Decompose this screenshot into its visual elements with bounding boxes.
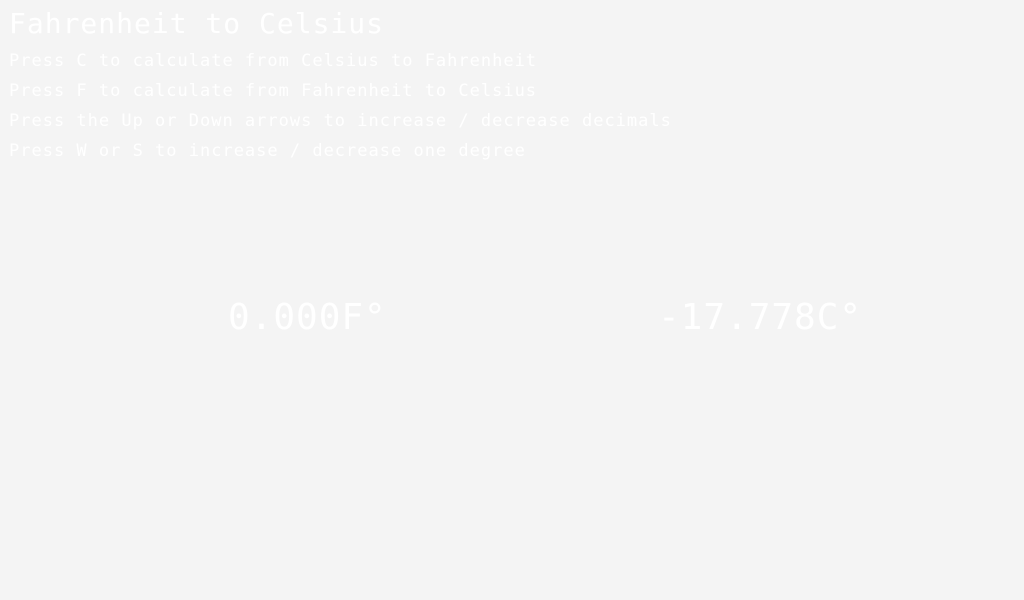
- instruction-degree-step: Press W or S to increase / decrease one …: [9, 141, 526, 161]
- fahrenheit-value: 0.000F°: [228, 297, 387, 338]
- instruction-celsius-to-fahrenheit: Press C to calculate from Celsius to Fah…: [9, 51, 538, 71]
- instruction-fahrenheit-to-celsius: Press F to calculate from Fahrenheit to …: [9, 81, 538, 101]
- instructions-list: Press C to calculate from Celsius to Fah…: [9, 46, 672, 166]
- instruction-decimals: Press the Up or Down arrows to increase …: [9, 111, 672, 131]
- page-title: Fahrenheit to Celsius: [9, 7, 385, 40]
- celsius-value: -17.778C°: [658, 297, 863, 338]
